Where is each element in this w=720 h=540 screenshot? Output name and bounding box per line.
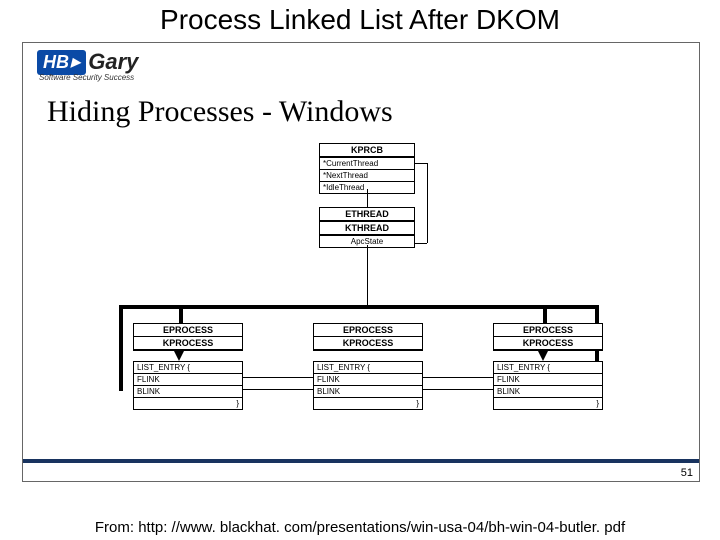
- flink-label: FLINK: [134, 373, 242, 385]
- kprocess-header: KPROCESS: [134, 337, 242, 350]
- kprcb-box: KPRCB *CurrentThread *NextThread *IdleTh…: [319, 143, 415, 194]
- list-entry-box: LIST_ENTRY { FLINK BLINK }: [493, 361, 603, 410]
- bypass-end: [119, 305, 123, 391]
- blink-label: BLINK: [134, 385, 242, 397]
- logo-hb: HB▶: [37, 50, 86, 75]
- flink-label: FLINK: [314, 373, 422, 385]
- kprocess-header: KPROCESS: [494, 337, 602, 350]
- eprocess-box: EPROCESS KPROCESS: [493, 323, 603, 351]
- list-entry-box: LIST_ENTRY { FLINK BLINK }: [313, 361, 423, 410]
- diagram-canvas: KPRCB *CurrentThread *NextThread *IdleTh…: [23, 143, 699, 473]
- eprocess-header: EPROCESS: [494, 324, 602, 337]
- connector: [415, 163, 427, 164]
- eprocess-box: EPROCESS KPROCESS: [133, 323, 243, 351]
- footer-rule: [23, 459, 699, 463]
- kprcb-header: KPRCB: [320, 144, 414, 157]
- flink-line: [423, 377, 493, 378]
- blink-line: [243, 389, 313, 390]
- kthread-header: KTHREAD: [320, 222, 414, 235]
- close-brace: }: [494, 397, 602, 409]
- kprocess-header: KPROCESS: [314, 337, 422, 350]
- blink-line: [423, 389, 493, 390]
- flink-label: FLINK: [494, 373, 602, 385]
- bypass-bar: [119, 305, 599, 309]
- connector: [367, 189, 368, 207]
- connector: [427, 163, 428, 243]
- section-heading: Hiding Processes - Windows: [47, 95, 393, 129]
- hbgary-logo: HB▶ Gary: [37, 49, 138, 75]
- inner-slide: HB▶ Gary Software Security Success Hidin…: [22, 42, 700, 482]
- arrow-down-icon: [538, 351, 548, 361]
- source-line: From: http: //www. blackhat. com/present…: [0, 519, 720, 536]
- list-entry-label: LIST_ENTRY {: [314, 362, 422, 373]
- ethread-box: ETHREAD: [319, 207, 415, 222]
- close-brace: }: [134, 397, 242, 409]
- logo-tagline: Software Security Success: [39, 73, 134, 82]
- logo-gary: Gary: [88, 49, 138, 75]
- eprocess-box: EPROCESS KPROCESS: [313, 323, 423, 351]
- list-entry-box: LIST_ENTRY { FLINK BLINK }: [133, 361, 243, 410]
- close-brace: }: [314, 397, 422, 409]
- flink-line: [243, 377, 313, 378]
- eprocess-header: EPROCESS: [314, 324, 422, 337]
- connector: [415, 243, 427, 244]
- slide-title: Process Linked List After DKOM: [0, 4, 720, 36]
- kprcb-row: *NextThread: [320, 169, 414, 181]
- list-entry-label: LIST_ENTRY {: [494, 362, 602, 373]
- connector: [367, 245, 368, 305]
- eprocess-header: EPROCESS: [134, 324, 242, 337]
- page-number: 51: [681, 467, 693, 479]
- kthread-box: KTHREAD ApcState: [319, 221, 415, 248]
- blink-label: BLINK: [494, 385, 602, 397]
- arrow-down-icon: [174, 351, 184, 361]
- list-entry-label: LIST_ENTRY {: [134, 362, 242, 373]
- ethread-header: ETHREAD: [320, 208, 414, 221]
- blink-label: BLINK: [314, 385, 422, 397]
- kprcb-row: *CurrentThread: [320, 157, 414, 169]
